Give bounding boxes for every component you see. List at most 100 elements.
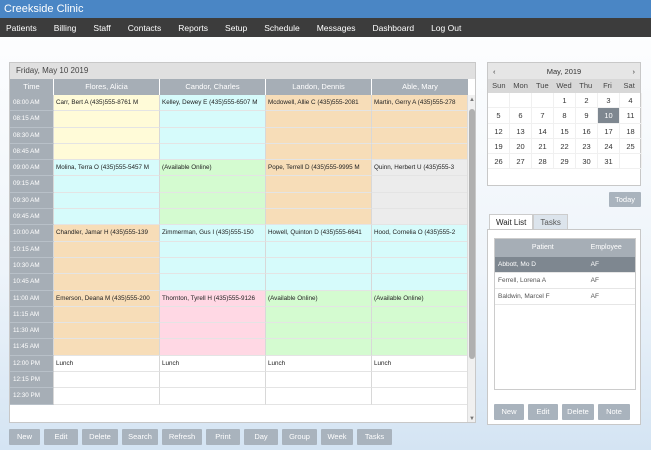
waitlist-row[interactable]: Abbott, Mo D AF	[495, 257, 635, 273]
calendar-day[interactable]: 3	[598, 93, 620, 109]
appointment-cell[interactable]	[372, 192, 469, 210]
appointment-cell[interactable]	[160, 339, 266, 356]
appointment-cell[interactable]	[266, 274, 372, 291]
calendar-day[interactable]: 14	[532, 123, 554, 139]
appointment-cell[interactable]: Howell, Quinton D (435)555-6641	[266, 225, 372, 242]
schedule-scrollbar[interactable]: ▲ ▼	[467, 95, 475, 422]
today-button[interactable]: Today	[609, 192, 641, 207]
appointment-cell[interactable]	[54, 127, 160, 144]
appointment-cell[interactable]	[160, 323, 266, 340]
calendar-day[interactable]: 17	[598, 123, 620, 139]
menu-contacts[interactable]: Contacts	[128, 23, 162, 33]
menu-patients[interactable]: Patients	[6, 23, 37, 33]
next-month-icon[interactable]: ›	[633, 67, 636, 76]
calendar-day[interactable]: 19	[488, 138, 510, 155]
calendar-day[interactable]: 5	[488, 108, 510, 124]
delete-button[interactable]: Delete	[82, 429, 118, 445]
waitlist-row[interactable]: Ferrell, Lorena A AF	[495, 273, 635, 289]
calendar-day[interactable]: 8	[554, 108, 576, 124]
calendar-day[interactable]: 30	[576, 154, 598, 170]
appointment-cell[interactable]	[266, 372, 372, 389]
edit-button[interactable]: Edit	[44, 429, 78, 445]
appointment-cell[interactable]: Zimmerman, Gus I (435)555-150	[160, 225, 266, 242]
appointment-cell[interactable]: Carr, Bert A (435)555-8761 M	[54, 95, 160, 112]
appointment-cell[interactable]	[160, 388, 266, 405]
appointment-cell[interactable]	[160, 192, 266, 210]
calendar-day[interactable]: 23	[576, 138, 598, 155]
menu-messages[interactable]: Messages	[317, 23, 356, 33]
tab-wait-list[interactable]: Wait List	[489, 214, 534, 230]
appointment-cell[interactable]: Lunch	[160, 355, 266, 373]
appointment-cell[interactable]	[54, 241, 160, 258]
calendar-day[interactable]: 10	[598, 108, 620, 124]
appointment-cell[interactable]: Mcdowell, Allie C (435)555-2081	[266, 95, 372, 112]
appointment-cell[interactable]	[54, 274, 160, 291]
appointment-cell[interactable]	[266, 241, 372, 258]
appointment-cell[interactable]: Kelley, Dewey E (435)555-6507 M	[160, 95, 266, 112]
calendar-day[interactable]: 24	[598, 138, 620, 155]
calendar-day[interactable]: 6	[510, 108, 532, 124]
appointment-cell[interactable]	[372, 372, 469, 389]
print-button[interactable]: Print	[206, 429, 240, 445]
appointment-cell[interactable]	[266, 192, 372, 210]
calendar-day[interactable]: 9	[576, 108, 598, 124]
menu-reports[interactable]: Reports	[178, 23, 208, 33]
appointment-cell[interactable]: Lunch	[54, 355, 160, 373]
calendar-day[interactable]: 16	[576, 123, 598, 139]
scrollbar-thumb[interactable]	[469, 109, 475, 359]
appointment-cell[interactable]	[266, 111, 372, 128]
appointment-cell[interactable]	[266, 209, 372, 226]
appointment-cell[interactable]	[54, 339, 160, 356]
appointment-cell[interactable]: Pope, Terrell D (435)555-9995 M	[266, 160, 372, 177]
appointment-cell[interactable]: Thornton, Tyrell H (435)555-9126	[160, 290, 266, 307]
calendar-day[interactable]: 26	[488, 154, 510, 170]
appointment-cell[interactable]	[372, 127, 469, 144]
calendar-day[interactable]: 20	[510, 138, 532, 155]
calendar-day[interactable]: 13	[510, 123, 532, 139]
calendar-day[interactable]: 21	[532, 138, 554, 155]
appointment-cell[interactable]	[54, 323, 160, 340]
menu-dashboard[interactable]: Dashboard	[372, 23, 414, 33]
new-button[interactable]: New	[9, 429, 40, 445]
appointment-cell[interactable]: Hood, Cornelia O (435)555-2	[372, 225, 469, 242]
prev-month-icon[interactable]: ‹	[493, 67, 496, 76]
appointment-cell[interactable]	[160, 306, 266, 324]
calendar-day[interactable]: 11	[620, 108, 642, 124]
appointment-cell[interactable]: Quinn, Herbert U (435)555-3	[372, 160, 469, 177]
appointment-cell[interactable]: Molina, Terra O (435)555-5457 M	[54, 160, 160, 177]
day-button[interactable]: Day	[244, 429, 278, 445]
refresh-button[interactable]: Refresh	[162, 429, 202, 445]
appointment-cell[interactable]: Chandler, Jamar H (435)555-139	[54, 225, 160, 242]
appointment-cell[interactable]	[54, 192, 160, 210]
scroll-up-icon[interactable]: ▲	[468, 97, 475, 103]
appointment-cell[interactable]: (Available Online)	[266, 290, 372, 307]
appointment-cell[interactable]	[372, 388, 469, 405]
menu-staff[interactable]: Staff	[93, 23, 110, 33]
calendar-day[interactable]: 31	[598, 154, 620, 170]
waitlist-edit-button[interactable]: Edit	[528, 404, 558, 420]
calendar-day[interactable]: 2	[576, 93, 598, 109]
scroll-down-icon[interactable]: ▼	[468, 416, 475, 422]
appointment-cell[interactable]	[372, 323, 469, 340]
appointment-cell[interactable]	[266, 176, 372, 193]
calendar-day[interactable]: 12	[488, 123, 510, 139]
appointment-cell[interactable]	[160, 257, 266, 275]
appointment-cell[interactable]: Lunch	[266, 355, 372, 373]
appointment-cell[interactable]	[54, 111, 160, 128]
appointment-cell[interactable]: Emerson, Deana M (435)555-200	[54, 290, 160, 307]
waitlist-note-button[interactable]: Note	[598, 404, 630, 420]
calendar-day[interactable]: 27	[510, 154, 532, 170]
calendar-day[interactable]: 22	[554, 138, 576, 155]
appointment-cell[interactable]	[372, 274, 469, 291]
appointment-cell[interactable]: Martin, Gerry A (435)555-278	[372, 95, 469, 112]
calendar-day[interactable]: 18	[620, 123, 642, 139]
appointment-cell[interactable]	[372, 241, 469, 258]
appointment-cell[interactable]	[266, 323, 372, 340]
appointment-cell[interactable]	[54, 257, 160, 275]
calendar-day[interactable]: 15	[554, 123, 576, 139]
appointment-cell[interactable]	[54, 143, 160, 161]
calendar-day[interactable]: 1	[554, 93, 576, 109]
appointment-cell[interactable]	[160, 372, 266, 389]
appointment-cell[interactable]: (Available Online)	[372, 290, 469, 307]
week-button[interactable]: Week	[321, 429, 353, 445]
